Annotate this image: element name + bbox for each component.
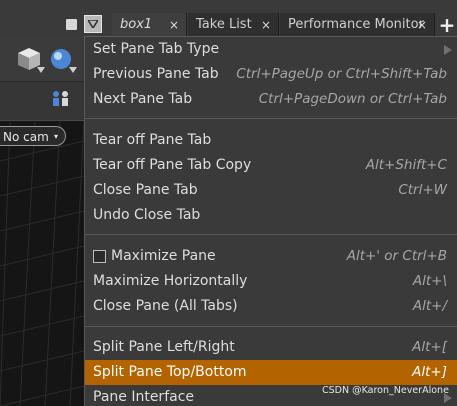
menu-item-close-pane-tab[interactable]: Close Pane Tab Ctrl+W <box>85 178 457 203</box>
camera-dropdown[interactable]: No cam ▾ <box>0 126 66 146</box>
menu-separator <box>85 118 457 119</box>
menu-item-label: Set Pane Tab Type <box>93 41 220 57</box>
menu-item-split-pane-left-right[interactable]: Split Pane Left/Right Alt+[ <box>85 335 457 360</box>
houdini-window: box1 × Take List × Performance Monitor ×… <box>0 0 457 406</box>
pane-tab-bar: box1 × Take List × Performance Monitor ×… <box>0 0 457 38</box>
close-tab-icon[interactable]: × <box>417 13 427 37</box>
tab-take-list[interactable]: Take List × <box>188 13 279 37</box>
menu-item-close-pane-all-tabs[interactable]: Close Pane (All Tabs) Alt+/ <box>85 294 457 319</box>
menu-item-shortcut: Alt+' or Ctrl+B <box>346 248 447 264</box>
viewport-grid <box>0 121 84 406</box>
menu-item-label: Maximize Pane <box>111 248 216 264</box>
menu-item-label: Close Pane Tab <box>93 182 198 198</box>
dropdown-arrow-icon <box>37 67 45 73</box>
camera-label: No cam <box>3 130 49 144</box>
menu-item-shortcut: Ctrl+W <box>398 182 447 198</box>
menu-item-shortcut: Ctrl+PageDown or Ctrl+Tab <box>258 91 447 107</box>
menu-item-previous-pane-tab[interactable]: Previous Pane Tab Ctrl+PageUp or Ctrl+Sh… <box>85 62 457 87</box>
menu-item-next-pane-tab[interactable]: Next Pane Tab Ctrl+PageDown or Ctrl+Tab <box>85 87 457 112</box>
watermark: CSDN @Karon_NeverAlone <box>322 385 449 396</box>
menu-item-maximize-pane[interactable]: Maximize Pane Alt+' or Ctrl+B <box>85 244 457 269</box>
tab-menu-arrow-icon <box>88 20 98 28</box>
menu-item-label: Split Pane Top/Bottom <box>93 364 247 380</box>
menu-item-label: Tear off Pane Tab Copy <box>93 157 252 173</box>
pane-tab-menu: Set Pane Tab Type Previous Pane Tab Ctrl… <box>84 36 457 406</box>
menu-item-shortcut: Alt+Shift+C <box>365 157 447 173</box>
chevron-down-icon: ▾ <box>53 132 58 141</box>
menu-item-tear-off-pane-tab-copy[interactable]: Tear off Pane Tab Copy Alt+Shift+C <box>85 153 457 178</box>
people-icon[interactable] <box>51 90 71 108</box>
menu-item-split-pane-top-bottom[interactable]: Split Pane Top/Bottom Alt+] <box>85 360 457 385</box>
menu-item-undo-close-tab[interactable]: Undo Close Tab <box>85 203 457 228</box>
menu-item-label: Undo Close Tab <box>93 207 201 223</box>
menu-separator <box>85 326 457 327</box>
menu-item-shortcut: Alt+[ <box>412 339 447 355</box>
menu-item-shortcut: Alt+/ <box>412 298 447 314</box>
tab-label: box1 <box>120 17 153 32</box>
menu-item-label: Previous Pane Tab <box>93 66 219 82</box>
tab-label: Performance Monitor <box>288 17 424 32</box>
scene-viewport[interactable] <box>0 121 84 406</box>
tab-menu-button[interactable] <box>84 15 102 33</box>
dropdown-arrow-icon <box>69 67 77 73</box>
menu-item-label: Pane Interface <box>93 389 195 405</box>
menu-item-shortcut: Ctrl+PageUp or Ctrl+Shift+Tab <box>236 66 447 82</box>
menu-item-tear-off-pane-tab[interactable]: Tear off Pane Tab <box>85 128 457 153</box>
new-tab-button[interactable]: + <box>437 13 457 37</box>
menu-item-label: Close Pane (All Tabs) <box>93 298 238 314</box>
pane-square-icon[interactable] <box>66 19 77 30</box>
menu-item-shortcut: Alt+] <box>412 364 447 380</box>
tab-label: Take List <box>196 17 252 32</box>
close-tab-icon[interactable]: × <box>261 13 271 37</box>
tab-performance-monitor[interactable]: Performance Monitor × <box>280 13 435 37</box>
menu-item-label: Tear off Pane Tab <box>93 132 212 148</box>
menu-item-shortcut: Alt+\ <box>412 273 447 289</box>
tab-box1[interactable]: box1 × <box>112 13 187 37</box>
menu-item-label: Split Pane Left/Right <box>93 339 235 355</box>
close-tab-icon[interactable]: × <box>169 13 179 37</box>
menu-item-label: Maximize Horizontally <box>93 273 248 289</box>
menu-separator <box>85 234 457 235</box>
menu-item-set-pane-tab-type[interactable]: Set Pane Tab Type <box>85 37 457 62</box>
maximize-pane-checkbox[interactable] <box>93 250 106 263</box>
menu-item-maximize-horizontally[interactable]: Maximize Horizontally Alt+\ <box>85 269 457 294</box>
shelf-toolbar <box>0 37 84 82</box>
viewer-toolbar <box>0 82 84 120</box>
submenu-arrow-icon <box>444 45 452 55</box>
menu-item-label: Next Pane Tab <box>93 91 193 107</box>
